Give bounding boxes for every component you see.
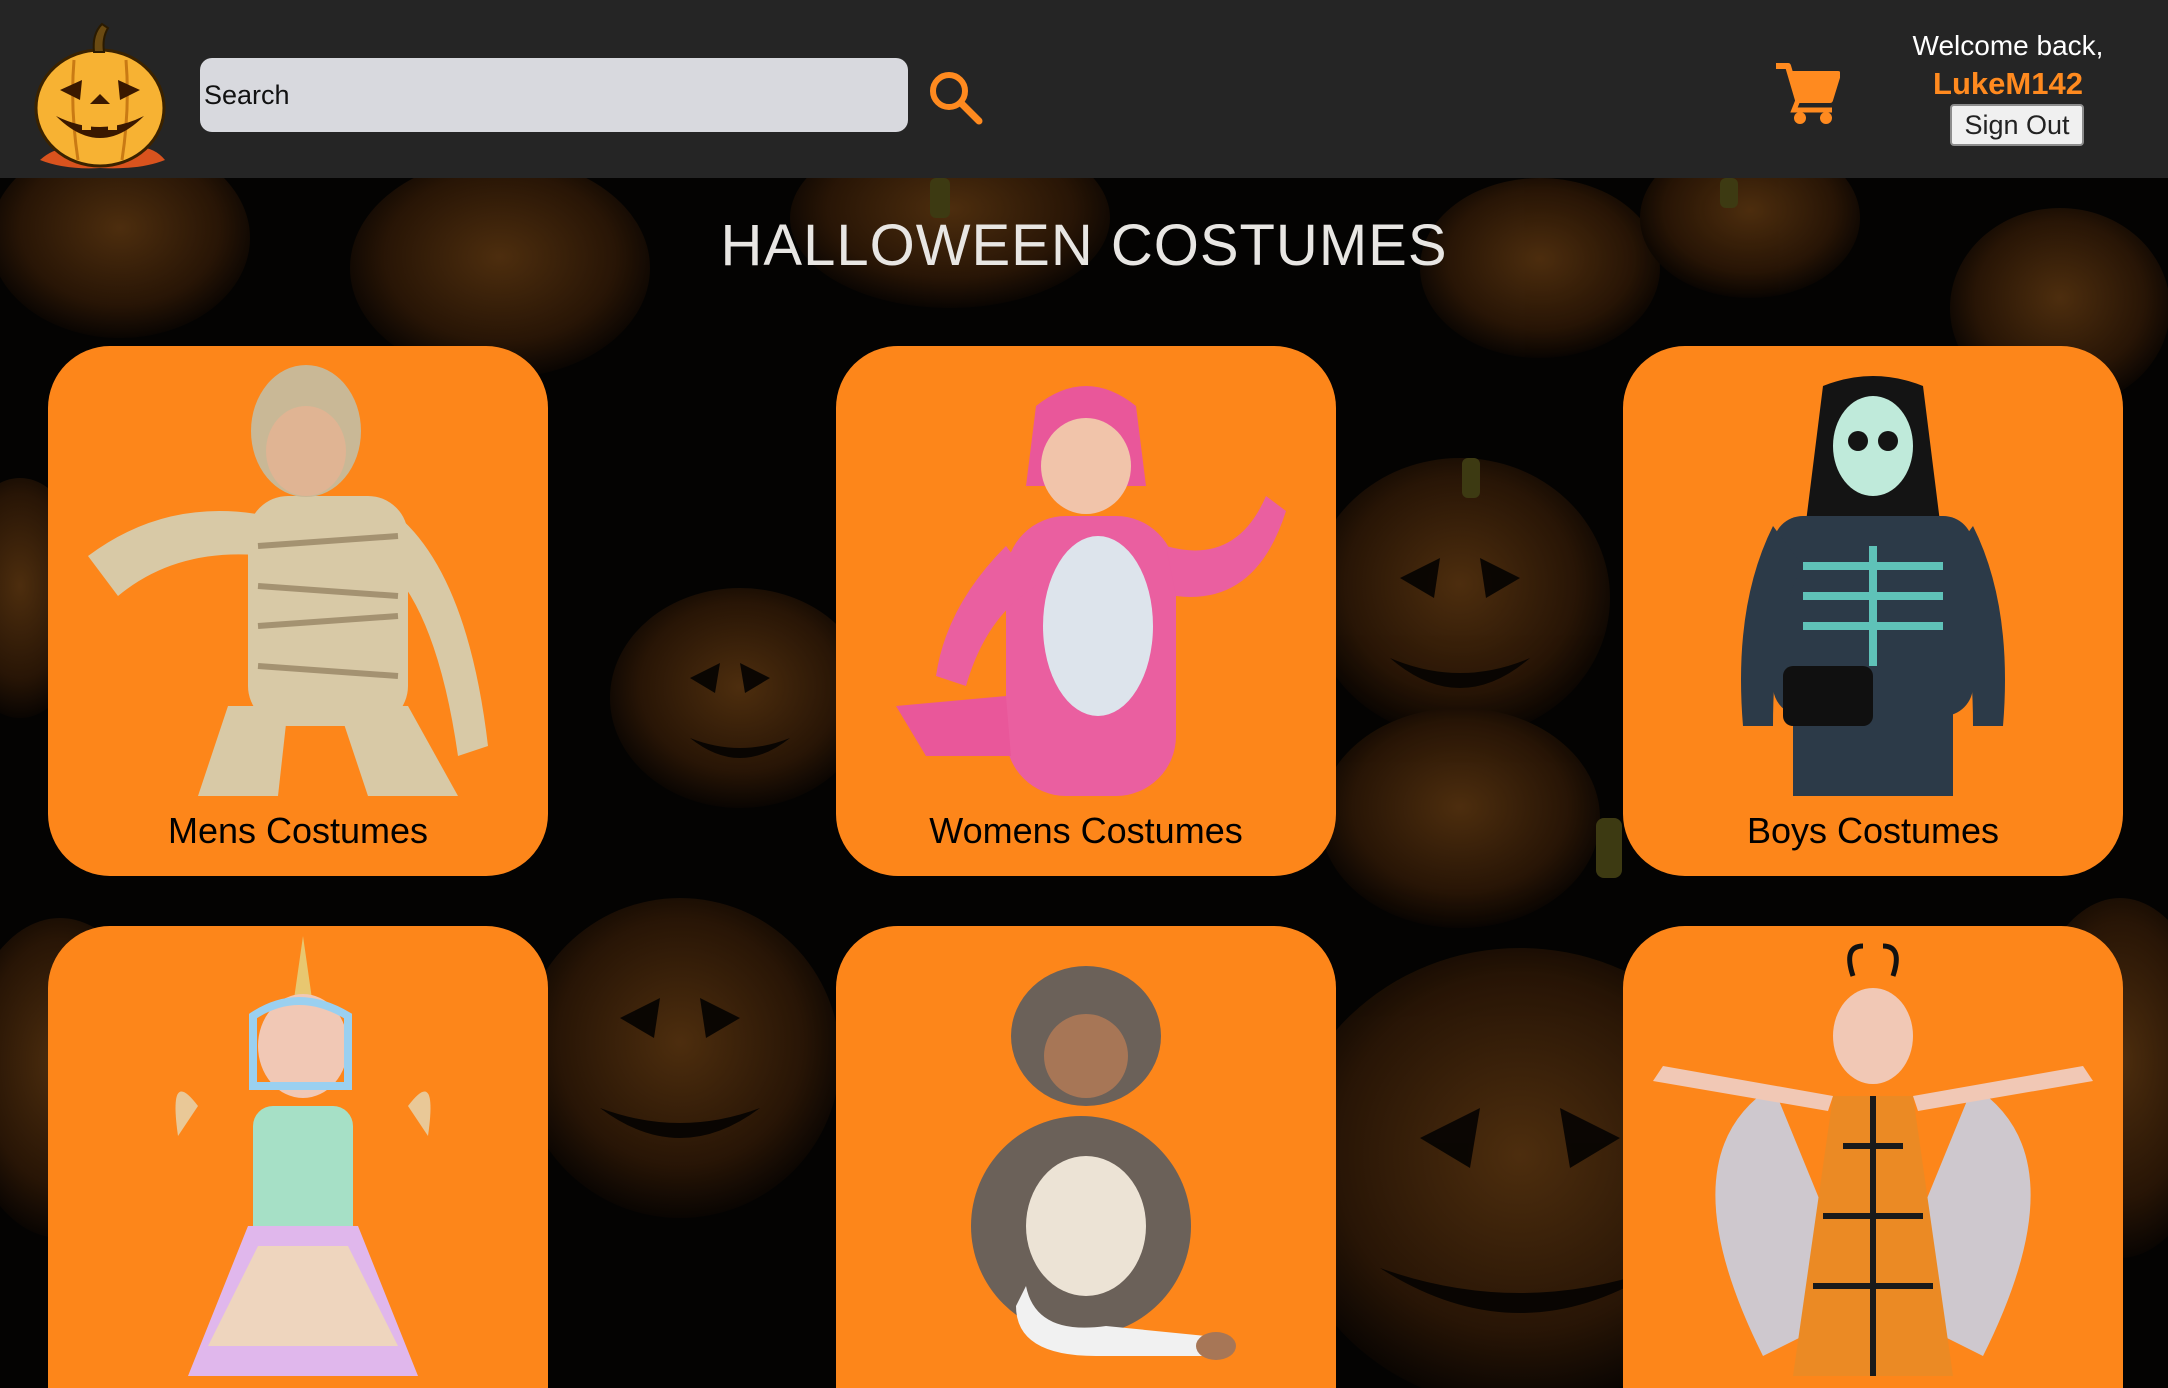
- search-icon[interactable]: [926, 68, 984, 126]
- category-label: Womens Costumes: [929, 810, 1243, 851]
- page-title: HALLOWEEN COSTUMES: [720, 213, 1448, 278]
- sign-out-button[interactable]: Sign Out: [1950, 104, 2084, 146]
- category-card-womens[interactable]: Womens Costumes: [836, 346, 1336, 876]
- category-card-unicorn[interactable]: [48, 926, 548, 1388]
- hedgehog-baby-costume-image: [971, 966, 1236, 1360]
- pink-dinosaur-costume-image: [896, 386, 1286, 796]
- unicorn-costume-image: [175, 936, 431, 1376]
- category-label: Mens Costumes: [167, 810, 429, 851]
- category-card-butterfly[interactable]: [1623, 926, 2123, 1388]
- category-card-boys[interactable]: Boys Costumes: [1623, 346, 2123, 876]
- top-header: Welcome back, LukeM142 Sign Out: [0, 0, 2168, 178]
- jack-o-lantern-logo-icon[interactable]: [30, 20, 170, 175]
- shopping-cart-icon[interactable]: [1774, 60, 1840, 124]
- skeleton-costume-image: [1741, 376, 2005, 796]
- main-content: HALLOWEEN COSTUMES Mens Costumes Womens …: [0, 178, 2168, 1388]
- mummy-costume-image: [88, 365, 488, 796]
- welcome-text: Welcome back,: [1912, 30, 2104, 61]
- category-card-hedgehog[interactable]: [836, 926, 1336, 1388]
- category-label: Boys Costumes: [1746, 810, 2000, 851]
- username: LukeM142: [1933, 66, 2083, 101]
- butterfly-costume-image: [1653, 943, 2093, 1376]
- category-card-mens[interactable]: Mens Costumes: [48, 346, 548, 876]
- search-input[interactable]: [200, 58, 908, 132]
